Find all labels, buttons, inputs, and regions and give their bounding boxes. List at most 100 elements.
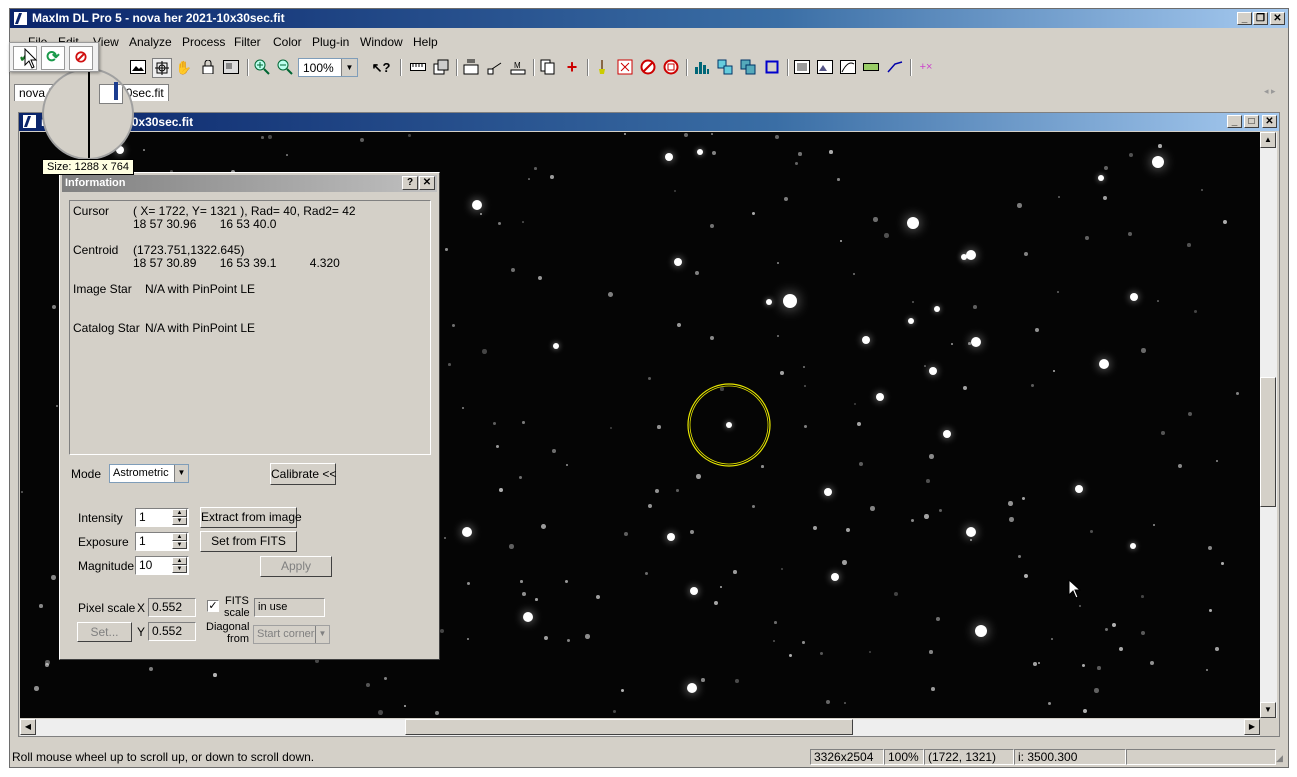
- diagonal-label-line2: from: [227, 633, 249, 645]
- mode-select[interactable]: Astrometric ▼: [109, 464, 189, 483]
- resize-grip-icon[interactable]: ◢: [1276, 753, 1283, 764]
- diagonal-label-line1: Diagonal: [206, 621, 250, 633]
- menu-filter[interactable]: Filter: [234, 35, 261, 49]
- measure-icon[interactable]: M: [509, 58, 527, 76]
- layers-icon[interactable]: [432, 58, 450, 76]
- tab-scroll-arrows-icon[interactable]: ◂ ▸: [1264, 86, 1276, 97]
- set-from-fits-button[interactable]: Set from FITS: [200, 531, 297, 552]
- align-icon[interactable]: [486, 58, 504, 76]
- intensity-stepper[interactable]: ▲ ▼: [172, 509, 187, 527]
- extract-from-image-button[interactable]: Extract from image: [200, 507, 302, 528]
- arrow-cursor-icon: [24, 48, 38, 69]
- no-artifact-icon[interactable]: [662, 58, 680, 76]
- minimize-button[interactable]: _: [1237, 12, 1252, 25]
- intensity-input[interactable]: 1 ▲ ▼: [135, 508, 189, 527]
- refresh-icon[interactable]: ⟳: [41, 46, 65, 70]
- close-button[interactable]: ✕: [1270, 12, 1285, 25]
- exposure-value: 1: [139, 534, 146, 548]
- pixel-scale-y-field[interactable]: 0.552: [148, 622, 196, 641]
- status-intensity: i: 3500.300: [1014, 749, 1126, 765]
- hand-pan-icon[interactable]: ✋: [175, 58, 193, 76]
- combine-icon[interactable]: [739, 58, 757, 76]
- magnitude-value: 10: [139, 558, 153, 572]
- help-button[interactable]: ?: [402, 176, 418, 190]
- magnitude-input[interactable]: 10 ▲ ▼: [135, 556, 189, 575]
- lock-icon[interactable]: [199, 58, 217, 76]
- pixel-scale-x-value: 0.552: [152, 600, 183, 614]
- exposure-stepper[interactable]: ▲ ▼: [172, 533, 187, 551]
- apply-button[interactable]: Apply: [260, 556, 332, 577]
- status-coords: (1722, 1321): [924, 749, 1014, 765]
- magnifier-lens: [42, 68, 134, 160]
- ruler-icon[interactable]: [409, 58, 427, 76]
- set-scale-button[interactable]: Set...: [77, 622, 132, 642]
- zoom-select[interactable]: 100% ▼: [298, 58, 358, 77]
- doc-maximize-button[interactable]: □: [1244, 115, 1259, 128]
- hot-pixel-icon[interactable]: [616, 58, 634, 76]
- screen-stretch-icon[interactable]: [222, 58, 240, 76]
- curves-icon[interactable]: [839, 58, 857, 76]
- menu-process[interactable]: Process: [182, 35, 225, 49]
- info-close-button[interactable]: ✕: [419, 176, 435, 190]
- image-icon[interactable]: [129, 58, 147, 76]
- chevron-down-icon[interactable]: ▼: [174, 465, 188, 482]
- scroll-up-icon[interactable]: ▲: [1260, 132, 1276, 148]
- vertical-scroll-thumb[interactable]: [1260, 377, 1276, 507]
- stack-icon[interactable]: [462, 58, 480, 76]
- scroll-right-icon[interactable]: ▶: [1244, 719, 1260, 735]
- chevron-down-icon[interactable]: ▼: [315, 626, 329, 643]
- line-profile-icon[interactable]: [886, 58, 904, 76]
- fits-scale-checkbox[interactable]: ✓: [207, 600, 219, 612]
- menu-help[interactable]: Help: [413, 35, 438, 49]
- brush-icon[interactable]: [593, 58, 611, 76]
- zoom-out-icon[interactable]: [276, 58, 294, 76]
- magnified-blue-bar-icon: [114, 82, 118, 100]
- vertical-scrollbar[interactable]: ▲ ▼: [1260, 132, 1277, 718]
- centroid-label: Centroid: [73, 243, 119, 257]
- exposure-input[interactable]: 1 ▲ ▼: [135, 532, 189, 551]
- profile-icon[interactable]: [862, 58, 880, 76]
- graph-icon[interactable]: [716, 58, 734, 76]
- information-title-bar[interactable]: Information ? ✕: [62, 175, 437, 192]
- cancel-icon[interactable]: ⊘: [69, 46, 93, 70]
- no-bloom-icon[interactable]: [639, 58, 657, 76]
- doc-minimize-button[interactable]: _: [1227, 115, 1242, 128]
- menu-plugin[interactable]: Plug-in: [312, 35, 349, 49]
- picture-icon[interactable]: [816, 58, 834, 76]
- frame-icon[interactable]: [793, 58, 811, 76]
- crosshair-select-icon[interactable]: [152, 58, 172, 78]
- square-select-icon[interactable]: [763, 58, 781, 76]
- status-hint: Roll mouse wheel up to scroll up, or dow…: [12, 750, 315, 764]
- histogram-icon[interactable]: [693, 58, 711, 76]
- chevron-down-icon[interactable]: ▼: [341, 59, 357, 76]
- zoom-in-icon[interactable]: [253, 58, 271, 76]
- restore-button[interactable]: ❐: [1253, 12, 1268, 25]
- app-title-bar[interactable]: MaxIm DL Pro 5 - nova her 2021-10x30sec.…: [10, 9, 1288, 28]
- fits-scale-label-line1: FITS: [225, 595, 249, 607]
- document-title-bar[interactable]: nova her 2021-10x30sec.fit _ □ ✕: [19, 113, 1279, 131]
- menu-color[interactable]: Color: [273, 35, 302, 49]
- menu-window[interactable]: Window: [360, 35, 403, 49]
- menu-analyze[interactable]: Analyze: [129, 35, 172, 49]
- scroll-left-icon[interactable]: ◀: [20, 719, 36, 735]
- aperture-outer-ring: [687, 383, 771, 467]
- doc-close-button[interactable]: ✕: [1262, 115, 1277, 128]
- whats-this-help-icon[interactable]: ↖?: [372, 58, 391, 76]
- document-logo-icon: [23, 115, 36, 128]
- horizontal-scrollbar[interactable]: ◀ ▶: [20, 719, 1260, 736]
- toolbar: ✋ ↖? M + +×: [10, 56, 1288, 80]
- scroll-down-icon[interactable]: ▼: [1260, 702, 1276, 718]
- intensity-label: Intensity: [78, 511, 123, 525]
- cursor-coordinates: 18 57 30.96 16 53 40.0: [133, 217, 277, 231]
- calibrate-button[interactable]: Calibrate <<: [270, 463, 336, 485]
- plus-minus-icon[interactable]: +×: [917, 58, 935, 76]
- horizontal-scroll-thumb[interactable]: [405, 719, 853, 735]
- crosshair-add-icon[interactable]: +: [563, 58, 581, 76]
- pixel-scale-x-field[interactable]: 0.552: [148, 598, 196, 617]
- magnitude-stepper[interactable]: ▲ ▼: [172, 557, 187, 575]
- catalog-star-label: Catalog Star: [73, 321, 140, 335]
- start-corner-select[interactable]: Start corner ▼: [253, 625, 330, 644]
- cursor-position: ( X= 1722, Y= 1321 ), Rad= 40, Rad2= 42: [133, 204, 356, 218]
- copy-icon[interactable]: [539, 58, 557, 76]
- document-tab-row: nova her 2021-10x30sec.fit ◂ ▸: [10, 84, 1288, 102]
